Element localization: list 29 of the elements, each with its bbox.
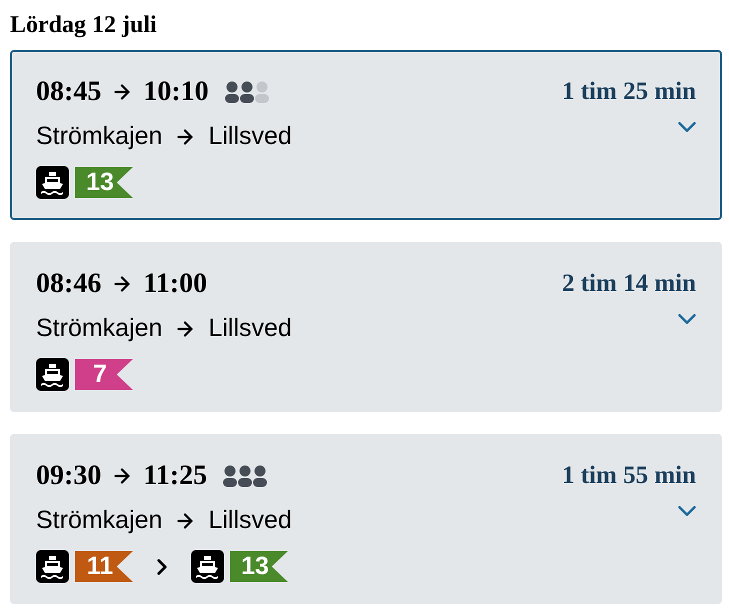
duration: 1 tim 55 min [562,461,696,492]
departure-time: 08:46 [36,267,102,301]
origin-stop: Strömkajen [36,121,162,152]
crowding-icon [223,465,268,487]
ferry-icon [36,358,69,391]
date-heading: Lördag 12 juli [10,11,158,40]
line-badge: 11 [75,551,133,582]
arrival-time: 11:00 [143,267,208,301]
trip-card[interactable]: 08:45 10:10 1 tim 25 min Strömkajen Lillsved 13 [10,50,722,220]
line-badge: 13 [230,551,288,582]
arrival-time: 10:10 [143,75,209,109]
destination-stop: Lillsved [208,121,292,152]
departure-time: 09:30 [36,459,102,493]
departure-time: 08:45 [36,75,102,109]
ferry-icon [191,550,224,583]
ferry-icon [36,550,69,583]
trip-card[interactable]: 08:46 11:00 2 tim 14 min Strömkajen Lillsved 7 [10,242,722,412]
crowding-icon [224,81,269,103]
origin-stop: Strömkajen [36,505,162,536]
origin-stop: Strömkajen [36,313,162,344]
destination-stop: Lillsved [208,505,292,536]
duration: 2 tim 14 min [562,269,696,300]
arrival-time: 11:25 [143,459,208,493]
line-badge: 7 [75,359,133,390]
trip-card[interactable]: 09:30 11:25 1 tim 55 min Strömkajen Lillsved 11 13 [10,434,722,604]
destination-stop: Lillsved [208,313,292,344]
line-badge: 13 [75,167,133,198]
duration: 1 tim 25 min [562,77,696,108]
ferry-icon [36,166,69,199]
